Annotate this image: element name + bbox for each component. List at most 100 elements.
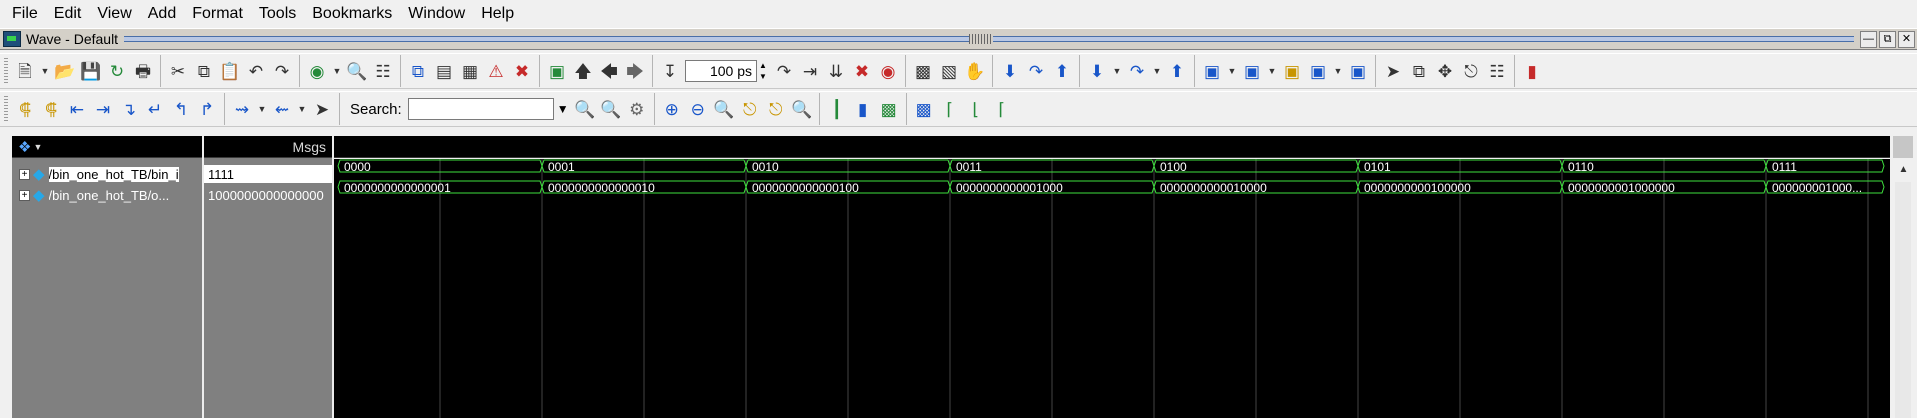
step-out-c-icon[interactable]: ⬆ xyxy=(1165,59,1189,83)
menu-help[interactable]: Help xyxy=(473,0,522,27)
restart-icon[interactable]: ▣ xyxy=(545,59,569,83)
previous-falling-edge-icon[interactable]: ↴ xyxy=(117,97,141,121)
zoom-in-tool-icon[interactable]: ▣ xyxy=(1240,59,1264,83)
undo-icon[interactable]: ↶ xyxy=(244,59,268,83)
search-dropdown-icon[interactable]: ▼ xyxy=(554,98,572,120)
menu-add[interactable]: Add xyxy=(140,0,184,27)
new-file-icon[interactable]: 🗎 xyxy=(13,59,37,83)
zoom-mode-icon[interactable]: ⧉ xyxy=(1407,59,1431,83)
wave-style-2-icon[interactable]: ⌊ xyxy=(964,97,988,121)
next-falling-edge-icon[interactable]: ↵ xyxy=(143,97,167,121)
scrollbar-thumb[interactable] xyxy=(1893,136,1913,158)
copy-icon[interactable]: ⧉ xyxy=(192,59,216,83)
wave-style-1-icon[interactable]: ⌈ xyxy=(938,97,962,121)
scroll-up-icon[interactable]: ▲ xyxy=(1890,164,1917,180)
clear-break-icon[interactable]: ✖ xyxy=(510,59,534,83)
vertical-scrollbar[interactable]: ▲ xyxy=(1890,136,1917,418)
redo-icon[interactable]: ↷ xyxy=(270,59,294,83)
show-wave-icon[interactable]: ▮ xyxy=(851,97,875,121)
break-icon[interactable]: ⚠ xyxy=(484,59,508,83)
toolbar-grip[interactable] xyxy=(4,58,8,84)
step-up-icon[interactable]: 🡅 xyxy=(571,59,595,83)
wave-options-dropdown-icon[interactable]: ▼ xyxy=(33,142,42,152)
menu-file[interactable]: File xyxy=(4,0,46,27)
run-all-icon[interactable]: ⇊ xyxy=(824,59,848,83)
waveform-canvas[interactable]: 0000 0001 0010 0011 0100 0101 0110 0111 00000000… xyxy=(334,159,1890,418)
find-binoculars-icon[interactable]: 🔍 xyxy=(345,59,369,83)
zoom-last-icon[interactable]: ⎋ xyxy=(764,97,788,121)
open-folder-icon[interactable]: 📂 xyxy=(53,59,77,83)
show-cursor-icon[interactable]: ┃ xyxy=(825,97,849,121)
performance-icon[interactable]: ▩ xyxy=(911,59,935,83)
expand-signal-dropdown-icon[interactable]: ▼ xyxy=(256,97,268,121)
wave-options-icon[interactable]: ❖ xyxy=(18,138,31,156)
dataflow-icon[interactable]: ▤ xyxy=(432,59,456,83)
run-length-icon[interactable]: ↧ xyxy=(658,59,682,83)
search-input[interactable] xyxy=(407,98,554,120)
new-file-dropdown-icon[interactable]: ▼ xyxy=(39,59,51,83)
close-button[interactable]: ✕ xyxy=(1898,30,1915,48)
collapse-signal-icon[interactable]: ⇜ xyxy=(270,97,294,121)
run-dropdown-icon[interactable]: ▼ xyxy=(331,59,343,83)
menu-format[interactable]: Format xyxy=(184,0,251,27)
zoom-full-icon[interactable]: 🔍 xyxy=(712,97,736,121)
layers-icon[interactable]: ⧉ xyxy=(406,59,430,83)
next-transition-icon[interactable]: ⇥ xyxy=(91,97,115,121)
menu-window[interactable]: Window xyxy=(400,0,473,27)
search-backward-icon[interactable]: 🔍 xyxy=(573,97,597,121)
show-highlight-icon[interactable]: ▩ xyxy=(877,97,901,121)
step-into-icon[interactable]: ⬇ xyxy=(998,59,1022,83)
collapse-signal-dropdown-icon[interactable]: ▼ xyxy=(296,97,308,121)
step-into-c-dropdown-icon[interactable]: ▼ xyxy=(1111,59,1123,83)
previous-rising-edge-icon[interactable]: ↰ xyxy=(169,97,193,121)
run-length-field[interactable]: 100 ps xyxy=(685,60,757,82)
format-list-icon[interactable]: ☷ xyxy=(371,59,395,83)
paste-icon[interactable]: 📋 xyxy=(218,59,242,83)
wave-format-icon[interactable]: ▩ xyxy=(912,97,936,121)
cut-icon[interactable]: ✂ xyxy=(166,59,190,83)
zoom-out-tool-icon[interactable]: ▣ xyxy=(1306,59,1330,83)
step-into-c-icon[interactable]: ⬇ xyxy=(1085,59,1109,83)
zoom-area-icon[interactable]: 🔍 xyxy=(790,97,814,121)
step-over-icon[interactable]: ↷ xyxy=(1024,59,1048,83)
pan-mode-icon[interactable]: ✥ xyxy=(1433,59,1457,83)
menu-edit[interactable]: Edit xyxy=(46,0,90,27)
delete-cursor-icon[interactable]: ⸿ xyxy=(39,97,63,121)
previous-transition-icon[interactable]: ⇤ xyxy=(65,97,89,121)
continue-icon[interactable]: ⇥ xyxy=(798,59,822,83)
zoom-in-cursor-icon[interactable]: ⎋ xyxy=(738,97,762,121)
search-forward-icon[interactable]: 🔍 xyxy=(599,97,623,121)
zoom-full-tool-icon[interactable]: ▣ xyxy=(1280,59,1304,83)
expand-signal-icon[interactable]: ⇝ xyxy=(230,97,254,121)
expand-icon[interactable]: + xyxy=(19,168,30,180)
forward-arrow-icon[interactable]: 🡆 xyxy=(623,59,647,83)
zoom-in-icon[interactable]: ⊕ xyxy=(660,97,684,121)
run-icon-2[interactable]: ↷ xyxy=(772,59,796,83)
menu-bookmarks[interactable]: Bookmarks xyxy=(304,0,400,27)
insert-cursor-icon[interactable]: ⸿ xyxy=(13,97,37,121)
step-out-icon[interactable]: ⬆ xyxy=(1050,59,1074,83)
step-over-c-dropdown-icon[interactable]: ▼ xyxy=(1151,59,1163,83)
break-run-icon[interactable]: ✖ xyxy=(850,59,874,83)
titlebar-drag-area[interactable] xyxy=(124,34,1854,44)
hand-tool-icon[interactable]: ✋ xyxy=(963,59,987,83)
stop-icon[interactable]: ◉ xyxy=(876,59,900,83)
restore-button[interactable]: ⧉ xyxy=(1879,30,1896,48)
select-mode-icon[interactable]: ➤ xyxy=(1381,59,1405,83)
trace-icon[interactable]: ➤ xyxy=(310,97,334,121)
zoom-out-icon[interactable]: ⊖ xyxy=(686,97,710,121)
signal-row-onehot-o[interactable]: + ◆ /bin_one_hot_TB/o... xyxy=(12,186,202,204)
signal-row-bin-i[interactable]: + ◆ /bin_one_hot_TB/bin_i xyxy=(12,165,202,183)
drag-grip-icon[interactable] xyxy=(969,34,994,44)
menu-tools[interactable]: Tools xyxy=(251,0,304,27)
next-rising-edge-icon[interactable]: ↱ xyxy=(195,97,219,121)
print-icon[interactable]: 🖶 xyxy=(131,59,155,83)
scrollbar-track[interactable] xyxy=(1895,182,1911,418)
memory-profile-icon[interactable]: ▧ xyxy=(937,59,961,83)
minimize-button[interactable]: — xyxy=(1860,30,1877,48)
step-over-c-icon[interactable]: ↷ xyxy=(1125,59,1149,83)
zoom-tool-dropdown-icon[interactable]: ▼ xyxy=(1226,59,1238,83)
toolbar-grip-2[interactable] xyxy=(4,96,8,122)
back-arrow-icon[interactable]: 🡄 xyxy=(597,59,621,83)
save-icon[interactable]: 💾 xyxy=(79,59,103,83)
